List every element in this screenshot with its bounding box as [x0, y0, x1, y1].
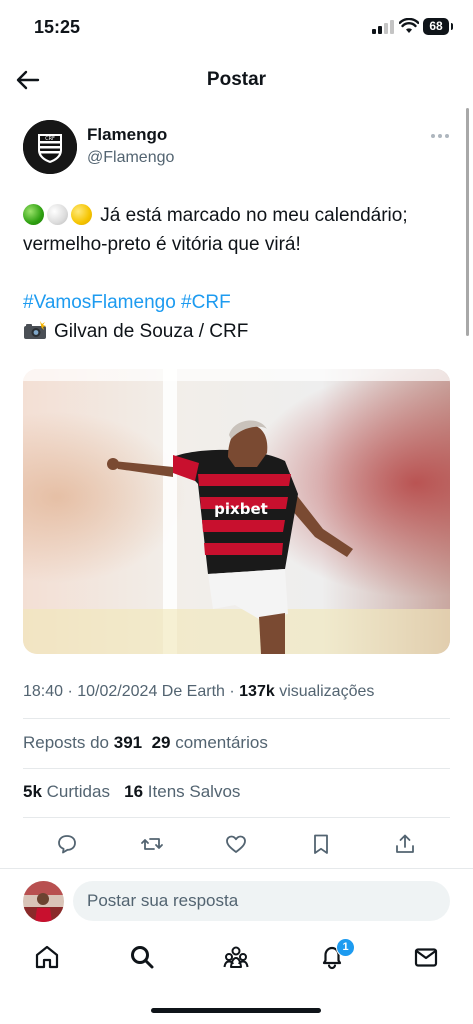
- search-icon[interactable]: [128, 943, 156, 971]
- post-line-2: vermelho-preto é vitória que virá!: [23, 234, 301, 255]
- reposts-count: 391: [113, 733, 143, 752]
- home-icon[interactable]: [33, 943, 61, 971]
- repost-icon[interactable]: [140, 832, 164, 856]
- comments-count: 29: [151, 733, 171, 752]
- photo-credit: Gilvan de Souza / CRF: [54, 321, 249, 342]
- player-celebration-image: pixbet: [23, 369, 450, 654]
- signal-icon: [372, 20, 394, 34]
- nav-header: Postar: [0, 56, 473, 104]
- green-circle-emoji-icon: [23, 204, 44, 225]
- messages-icon[interactable]: [412, 943, 440, 971]
- like-stats[interactable]: 5k Curtidas 16 Itens Salvos: [23, 782, 240, 802]
- battery-indicator: 68: [423, 18, 453, 35]
- scrollbar[interactable]: [466, 108, 469, 336]
- author-name[interactable]: Flamengo: [87, 125, 167, 145]
- bookmark-icon[interactable]: [309, 832, 333, 856]
- post-photo[interactable]: pixbet: [23, 369, 450, 654]
- reply-bar: Postar sua resposta: [0, 868, 473, 931]
- post-text: Já está marcado no meu calendário; verme…: [23, 201, 453, 346]
- user-avatar[interactable]: [23, 881, 64, 922]
- more-icon[interactable]: [430, 126, 450, 142]
- author-handle[interactable]: @Flamengo: [87, 149, 174, 167]
- divider: [23, 768, 450, 769]
- reply-input[interactable]: Postar sua resposta: [73, 881, 450, 921]
- share-icon[interactable]: [393, 832, 417, 856]
- status-bar: 15:25 68: [0, 0, 473, 56]
- home-indicator[interactable]: [151, 1008, 321, 1013]
- wifi-icon: [399, 18, 419, 33]
- status-time: 15:25: [34, 17, 81, 37]
- post-timestamp: 18:40 · 10/02/2024 De Earth · 137k visua…: [23, 683, 375, 700]
- divider: [23, 718, 450, 719]
- saved-count: 16: [124, 782, 144, 801]
- yellow-circle-emoji-icon: [71, 204, 92, 225]
- camera-flash-icon: [24, 321, 46, 339]
- flamengo-crest-icon: CRF: [23, 120, 77, 174]
- like-icon[interactable]: [224, 832, 248, 856]
- page-title: Postar: [206, 69, 267, 90]
- post-line-1: Já está marcado no meu calendário;: [100, 205, 408, 226]
- post-hashtags[interactable]: #VamosFlamengo #CRF: [23, 288, 453, 317]
- svg-text:CRF: CRF: [45, 136, 55, 142]
- notification-badge: 1: [336, 938, 355, 957]
- likes-count: 5k: [23, 782, 42, 801]
- avatar[interactable]: CRF: [23, 120, 77, 174]
- views-count: 137k: [239, 683, 275, 700]
- divider: [23, 817, 450, 818]
- white-circle-emoji-icon: [47, 204, 68, 225]
- repost-stats[interactable]: Reposts do 391 29 comentários: [23, 733, 268, 753]
- communities-icon[interactable]: [222, 943, 250, 971]
- svg-text:pixbet: pixbet: [214, 500, 268, 518]
- reply-icon[interactable]: [55, 832, 79, 856]
